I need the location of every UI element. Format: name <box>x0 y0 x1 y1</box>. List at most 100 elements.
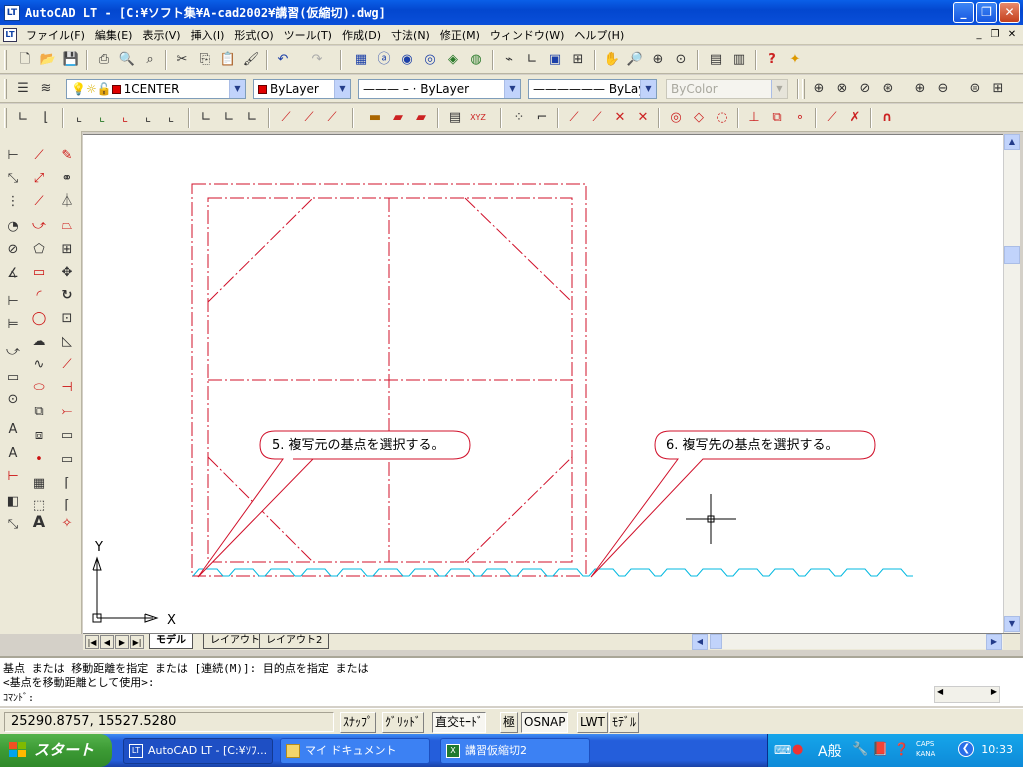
polar-toggle[interactable]: 極 <box>500 712 519 733</box>
snap-endpoint-icon[interactable]: ⟋ <box>563 107 585 129</box>
chevron-down-icon[interactable]: ▼ <box>229 80 245 98</box>
print-icon[interactable]: ⎙ <box>93 49 115 71</box>
ucs-view-icon[interactable]: ⌞ <box>137 107 159 129</box>
osnap-settings-icon[interactable]: ∩ <box>876 107 898 129</box>
grid-toggle[interactable]: ｸﾞﾘｯﾄﾞ <box>382 712 425 733</box>
open-icon[interactable]: 📂 <box>37 49 59 71</box>
layer-previous-icon[interactable]: ≋ <box>35 78 57 100</box>
dim-update-icon[interactable]: ▰ <box>410 107 432 129</box>
polygon-icon[interactable]: ⬠ <box>28 239 50 260</box>
menu-format[interactable]: 形式(O) <box>229 27 278 43</box>
scroll-right-button[interactable]: ▶ <box>986 634 1002 650</box>
revision-cloud-icon[interactable]: ☁ <box>28 331 50 352</box>
tool-palette-icon[interactable]: ▥ <box>728 49 750 71</box>
copy-icon[interactable]: ⎘ <box>194 49 216 71</box>
snap-quadrant-icon[interactable]: ◇ <box>688 107 710 129</box>
ucs-world-icon[interactable]: ⌞ <box>68 107 90 129</box>
ellipse-icon[interactable]: ⬭ <box>28 377 50 398</box>
match-properties-icon[interactable]: 🖌 <box>240 49 262 71</box>
hyperlink-icon[interactable]: ◈ <box>442 49 464 71</box>
hatch-icon[interactable]: ▦ <box>28 473 50 494</box>
command-window[interactable]: 基点 または 移動距離を指定 または [連続(M)]: 目的点を指定 または <… <box>0 656 1023 706</box>
ime-mode[interactable]: A般 <box>818 741 842 761</box>
minimize-button[interactable]: _ <box>953 2 974 23</box>
task-my-documents[interactable]: マイ ドキュメント <box>280 738 430 764</box>
offset-icon[interactable]: ⏢ <box>56 215 78 236</box>
ucs-rotate-z-icon[interactable]: ⟋ <box>321 107 343 129</box>
zoom-center-icon[interactable]: ⊛ <box>877 78 899 100</box>
snap-none-icon[interactable]: ✗ <box>844 107 866 129</box>
temp-track-icon[interactable]: ⁘ <box>508 107 530 129</box>
zoom-extents-icon[interactable]: ⊞ <box>987 78 1009 100</box>
ucs-rotate-y-icon[interactable]: ⟋ <box>298 107 320 129</box>
ime-pad-icon[interactable]: ● <box>792 742 803 757</box>
color-combo[interactable]: ByLayer ▼ <box>253 79 351 99</box>
break-icon[interactable]: ▭ <box>56 425 78 446</box>
drawing-canvas[interactable]: 5. 複写元の基点を選択する。 6. 複写先の基点を選択する。 Y X <box>83 134 1003 633</box>
vertical-scroll-thumb[interactable] <box>1004 246 1020 264</box>
layer-manager-icon[interactable]: ☰ <box>12 78 34 100</box>
snap-node-icon[interactable]: ∘ <box>789 107 811 129</box>
named-ucs-icon[interactable]: ▤ <box>444 107 466 129</box>
line-icon[interactable]: ⟋ <box>28 145 50 166</box>
explode-icon[interactable]: ✧ <box>56 513 78 534</box>
model-toggle[interactable]: ﾓﾃﾞﾙ <box>609 712 640 733</box>
snap-intersection-icon[interactable]: ✕ <box>609 107 631 129</box>
snap-toggle[interactable]: ｽﾅｯﾌﾟ <box>340 712 377 733</box>
vertical-scrollbar[interactable]: ▲ ▼ <box>1003 134 1020 633</box>
ime-dict-icon[interactable]: 📕 <box>872 742 888 757</box>
chevron-down-icon[interactable]: ▼ <box>640 80 656 98</box>
help-icon[interactable]: ? <box>761 49 783 71</box>
osnap-toggle[interactable]: OSNAP <box>521 712 569 733</box>
scroll-left-button[interactable]: ◀ <box>692 634 708 650</box>
scroll-right-icon[interactable]: ▶ <box>991 687 997 696</box>
zoom-window-icon[interactable]: ⊕ <box>647 49 669 71</box>
point-icon[interactable]: • <box>28 449 50 470</box>
quick-dim-icon[interactable]: ⊢ <box>2 291 24 312</box>
properties-icon[interactable]: ⊞ <box>567 49 589 71</box>
snap-midpoint-icon[interactable]: ⟋ <box>586 107 608 129</box>
lineweight-combo[interactable]: —————— ByLayer ▼ <box>528 79 657 99</box>
keyboard-icon[interactable]: ⌨ <box>774 743 791 757</box>
tab-layout2[interactable]: レイアウト2 <box>259 634 330 649</box>
dim-diameter-icon[interactable]: ⊘ <box>2 239 24 260</box>
design-center-icon[interactable]: ▤ <box>705 49 727 71</box>
move-icon[interactable]: ✥ <box>56 262 78 283</box>
snap-from-icon[interactable]: ⌐ <box>531 107 553 129</box>
zoom-all-icon[interactable]: ⊜ <box>964 78 986 100</box>
ucs-object-icon[interactable]: ⌞ <box>91 107 113 129</box>
tray-icon[interactable]: ▦ <box>350 49 372 71</box>
multiline-icon[interactable]: ⤻ <box>28 215 50 236</box>
restore-button[interactable]: ❐ <box>976 2 997 23</box>
dim-angular-icon[interactable]: ∡ <box>2 263 24 284</box>
ucs-origin-icon[interactable]: ⌞ <box>160 107 182 129</box>
menu-file[interactable]: ファイル(F) <box>21 27 90 43</box>
new-features-icon[interactable]: ✦ <box>784 49 806 71</box>
menu-help[interactable]: ヘルプ(H) <box>569 27 629 43</box>
ucs-3point-icon[interactable]: ∟ <box>241 107 263 129</box>
polyline-icon[interactable]: ⟋ <box>28 191 50 212</box>
dim-continue-icon[interactable]: ⤻ <box>2 341 24 362</box>
dim-override-icon[interactable]: ⤡ <box>2 514 24 535</box>
xyz-icon[interactable]: XYZ <box>467 107 489 129</box>
circle-icon[interactable]: ◯ <box>28 308 50 329</box>
display-order-icon[interactable]: ▣ <box>544 49 566 71</box>
dim-leader-icon[interactable]: ▭ <box>2 367 24 388</box>
join-icon[interactable]: ▭ <box>56 449 78 470</box>
ucs-previous-icon[interactable]: ⌊ <box>35 107 57 129</box>
pan-realtime-icon[interactable]: ✋ <box>601 49 623 71</box>
erase-icon[interactable]: ✎ <box>56 145 78 166</box>
command-scrollbar[interactable]: ◀ ▶ <box>934 686 1000 703</box>
rectangle-icon[interactable]: ▭ <box>28 262 50 283</box>
zoom-out-icon[interactable]: ⊖ <box>932 78 954 100</box>
zoom-window-icon[interactable]: ⊕ <box>808 78 830 100</box>
doc-restore-button[interactable]: ❐ <box>988 28 1002 42</box>
construction-line-icon[interactable]: ⤢ <box>28 168 50 189</box>
dim-edit-icon[interactable]: A <box>2 419 24 440</box>
chamfer-icon[interactable]: ⌈ <box>56 473 78 494</box>
cut-icon[interactable]: ✂ <box>171 49 193 71</box>
dim-baseline-icon[interactable]: ⊨ <box>2 314 24 335</box>
horizontal-scroll-thumb[interactable] <box>710 634 722 649</box>
autocad-app-icon[interactable]: LT <box>4 4 20 21</box>
scroll-down-button[interactable]: ▼ <box>1004 616 1020 632</box>
